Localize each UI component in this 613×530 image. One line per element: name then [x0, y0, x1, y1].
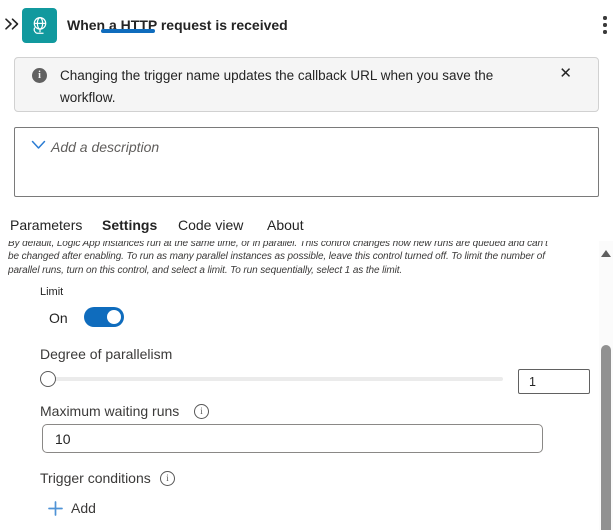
tab-settings[interactable]: Settings	[102, 217, 157, 233]
parallelism-label: Degree of parallelism	[40, 346, 172, 362]
globe-icon	[29, 15, 51, 37]
note-line: parallel runs, turn on this control, and…	[8, 264, 608, 276]
toggle-knob	[107, 310, 121, 324]
limit-toggle-state: On	[49, 310, 68, 326]
tab-code-view[interactable]: Code view	[178, 217, 243, 233]
active-tab-indicator	[101, 29, 155, 33]
parallelism-value-input[interactable]	[518, 369, 590, 394]
waiting-runs-input[interactable]	[42, 424, 543, 453]
limit-toggle[interactable]	[84, 307, 124, 327]
add-trigger-condition-button[interactable]: Add	[48, 500, 96, 516]
trigger-conditions-info-icon[interactable]: i	[160, 471, 175, 486]
more-options-icon[interactable]	[599, 14, 611, 36]
concurrency-note: By default, Logic App instances run at t…	[8, 241, 608, 276]
info-banner: i Changing the trigger name updates the …	[14, 57, 599, 112]
chevron-down-icon[interactable]	[31, 137, 46, 155]
description-box[interactable]: Add a description	[14, 127, 599, 197]
waiting-runs-info-icon[interactable]: i	[194, 404, 209, 419]
tab-bar: Parameters Settings Code view About	[0, 208, 613, 241]
limit-label: Limit	[40, 286, 63, 298]
parallelism-slider-thumb[interactable]	[40, 371, 56, 387]
collapse-panel-icon[interactable]	[3, 16, 21, 32]
description-placeholder: Add a description	[51, 139, 159, 155]
tab-parameters[interactable]: Parameters	[10, 217, 82, 233]
close-banner-icon[interactable]: ✕	[559, 65, 572, 83]
scrollbar[interactable]	[599, 241, 613, 530]
note-line: be changed after enabling. To run as man…	[8, 250, 608, 263]
scrollbar-thumb[interactable]	[601, 345, 611, 530]
trigger-conditions-label: Trigger conditions	[40, 470, 151, 486]
waiting-runs-label: Maximum waiting runs	[40, 403, 179, 419]
parallelism-slider-track[interactable]	[48, 377, 503, 381]
banner-message: Changing the trigger name updates the ca…	[60, 65, 520, 109]
note-line: By default, Logic App instances run at t…	[8, 241, 608, 250]
add-label: Add	[71, 500, 96, 516]
plus-icon	[48, 501, 63, 516]
http-request-trigger-icon	[22, 8, 57, 43]
scrollbar-up-arrow[interactable]	[601, 250, 611, 257]
tab-about[interactable]: About	[267, 217, 304, 233]
trigger-settings-panel: When a HTTP request is received i Changi…	[0, 0, 613, 530]
info-icon: i	[32, 68, 47, 83]
